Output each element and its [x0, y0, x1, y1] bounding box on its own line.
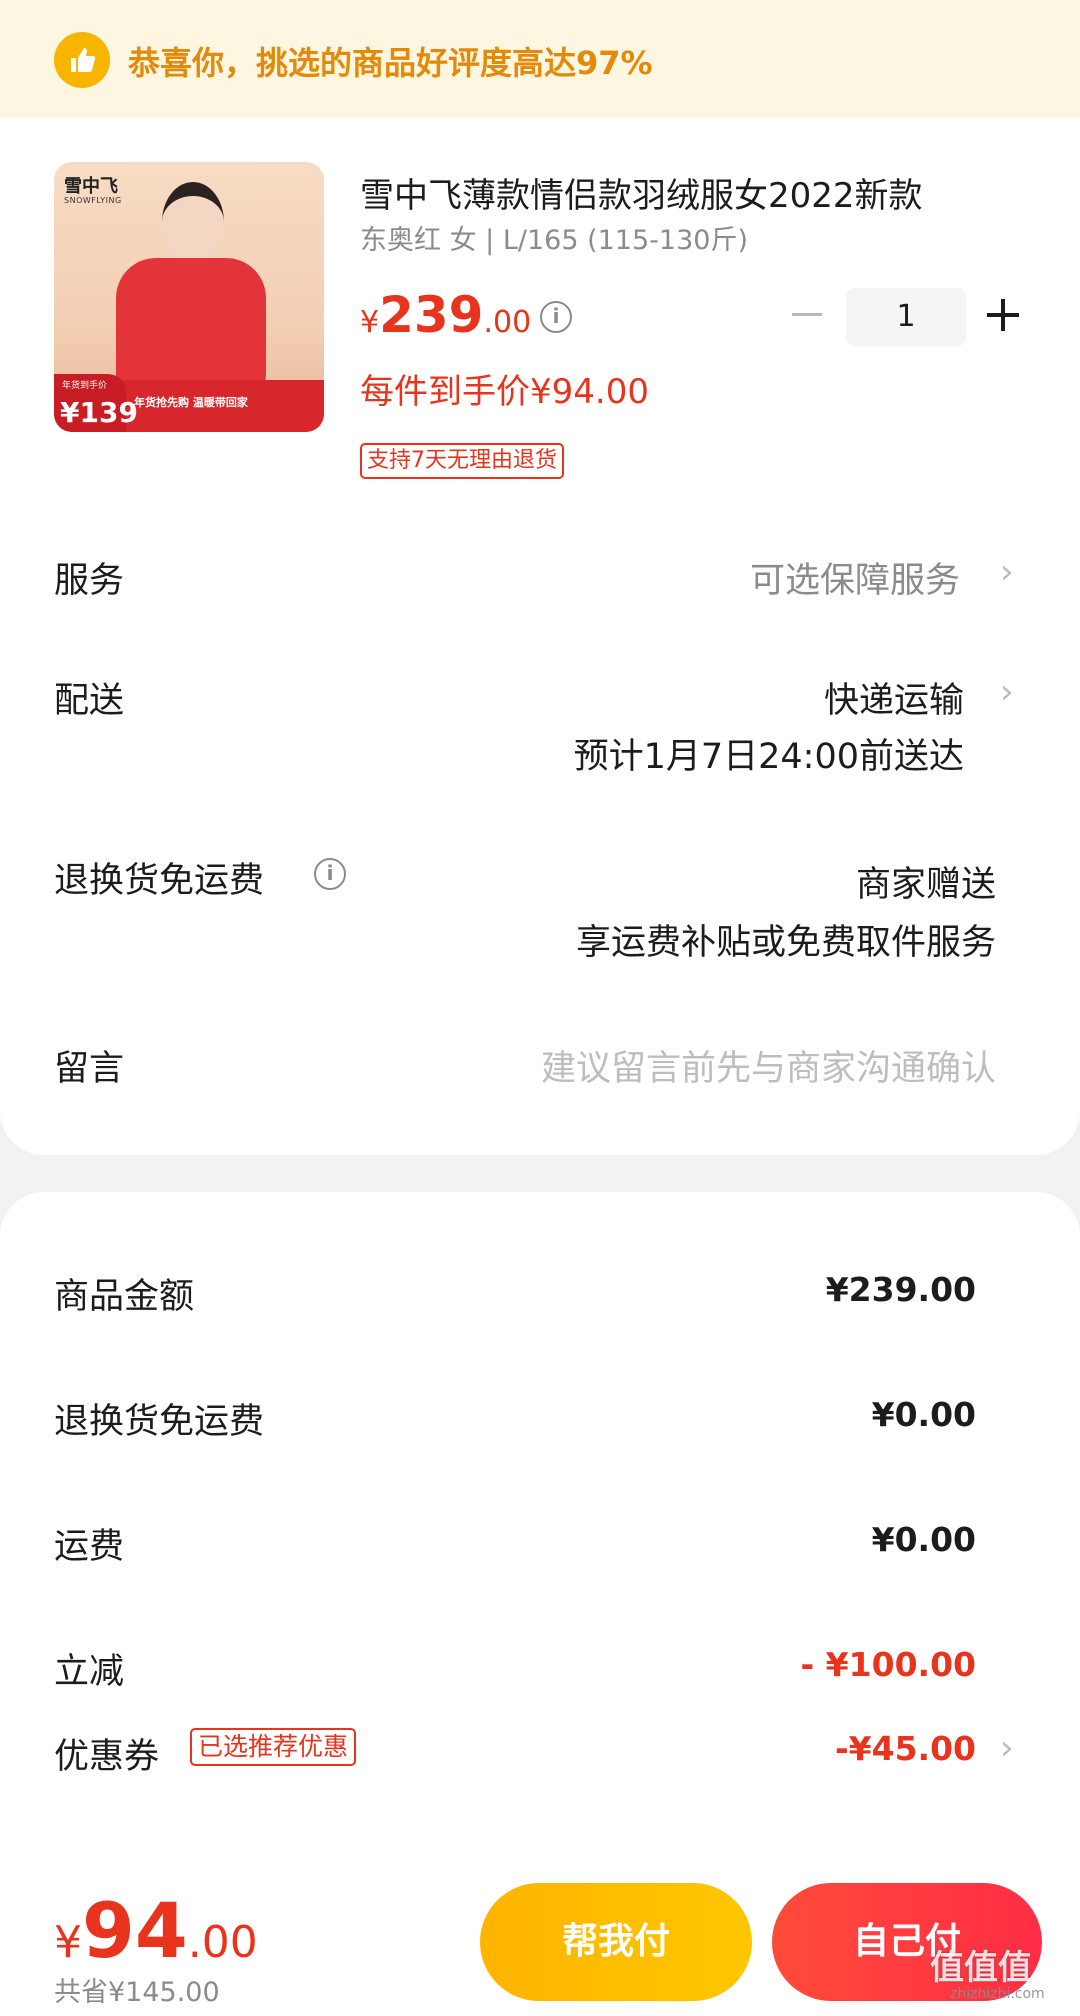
price-integer: 239 [379, 286, 484, 344]
thumbs-up-icon [54, 32, 110, 88]
service-chevron-icon[interactable]: › [1000, 552, 1014, 592]
product-spec[interactable]: 东奥红 女 | L/165 (115-130斤) [360, 218, 748, 257]
promo-band-text: 年货抢先购 温暖带回家 [134, 396, 248, 409]
coupon-chevron-icon[interactable]: › [1000, 1728, 1014, 1768]
praise-text: 恭喜你，挑选的商品好评度高达97% [128, 44, 653, 82]
quantity-input[interactable]: 1 [846, 288, 966, 346]
return-free-label: 退换货免运费 [54, 861, 265, 901]
goods-amount-label: 商品金额 [54, 1277, 195, 1317]
promo-price-label: 年货到手价 [62, 381, 108, 391]
coupon-tag[interactable]: 已选推荐优惠 [190, 1728, 357, 1766]
promo-price-badge: 年货到手价 ¥139 [54, 374, 138, 432]
return-free-value: 商家赠送 [855, 865, 996, 905]
message-label: 留言 [54, 1049, 125, 1089]
service-value[interactable]: 可选保障服务 [750, 552, 960, 603]
total-decimal: .00 [187, 1917, 258, 1968]
product-price: ¥239.00 [360, 286, 531, 344]
service-label: 服务 [54, 561, 125, 601]
unit-final-price: 每件到手价¥94.00 [360, 372, 649, 412]
watermark-logo: 值值值 [930, 1948, 1032, 1988]
message-input[interactable]: 建议留言前先与商家沟通确认 [541, 1040, 996, 1091]
price-decimal: .00 [483, 305, 532, 340]
help-me-pay-button[interactable]: 帮我付 [480, 1883, 752, 2001]
quantity-decrease-button[interactable] [790, 298, 824, 332]
watermark-url: zhizhizhi.com [950, 1986, 1045, 2002]
return-free-sub: 享运费补贴或免费取件服务 [575, 923, 996, 963]
promo-price-value: ¥139 [60, 396, 138, 429]
discount-value: - ¥100.00 [800, 1645, 977, 1684]
total-integer: 94 [82, 1886, 188, 1975]
price-symbol: ¥ [360, 305, 380, 340]
delivery-chevron-icon[interactable]: › [1000, 672, 1014, 712]
delivery-eta: 预计1月7日24:00前送达 [573, 737, 964, 777]
coupon-value[interactable]: -¥45.00 [835, 1729, 976, 1768]
praise-banner: 恭喜你，挑选的商品好评度高达97% [0, 0, 1080, 118]
model-head [162, 182, 224, 262]
return-shipping-value: ¥0.00 [871, 1395, 976, 1434]
discount-label: 立减 [54, 1652, 125, 1692]
goods-amount-value: ¥239.00 [825, 1270, 976, 1309]
shipping-value: ¥0.00 [871, 1520, 976, 1559]
shipping-label: 运费 [54, 1527, 125, 1567]
delivery-value[interactable]: 快递运输 [824, 672, 964, 723]
return-policy-tag: 支持7天无理由退货 [360, 443, 564, 479]
product-title[interactable]: 雪中飞薄款情侣款羽绒服女2022新款 [360, 168, 1000, 217]
quantity-increase-button[interactable] [986, 298, 1020, 332]
delivery-label: 配送 [54, 681, 125, 721]
order-card: 雪中飞 SNOWFLYING 年货抢先购 温暖带回家 年货到手价 ¥139 雪中… [0, 118, 1080, 1155]
coupon-label: 优惠券 [54, 1737, 160, 1777]
return-shipping-label: 退换货免运费 [54, 1402, 265, 1442]
product-image[interactable]: 雪中飞 SNOWFLYING 年货抢先购 温暖带回家 年货到手价 ¥139 [54, 162, 324, 432]
saved-amount: 共省¥145.00 [54, 1977, 220, 2008]
product-image-brand: 雪中飞 [64, 176, 118, 197]
total-symbol: ¥ [54, 1917, 82, 1968]
model-jacket [116, 258, 266, 388]
product-image-brand-en: SNOWFLYING [64, 196, 122, 205]
price-info-icon[interactable]: i [540, 301, 572, 333]
return-free-info-icon[interactable]: i [314, 858, 346, 890]
checkout-bar: ¥94.00 共省¥145.00 帮我付 自己付 值值值 zhizhizhi.c… [0, 1868, 1080, 2016]
price-summary-card: 商品金额 ¥239.00 退换货免运费 ¥0.00 运费 ¥0.00 立减 - … [0, 1192, 1080, 1892]
total-price: ¥94.00 [54, 1886, 258, 1975]
